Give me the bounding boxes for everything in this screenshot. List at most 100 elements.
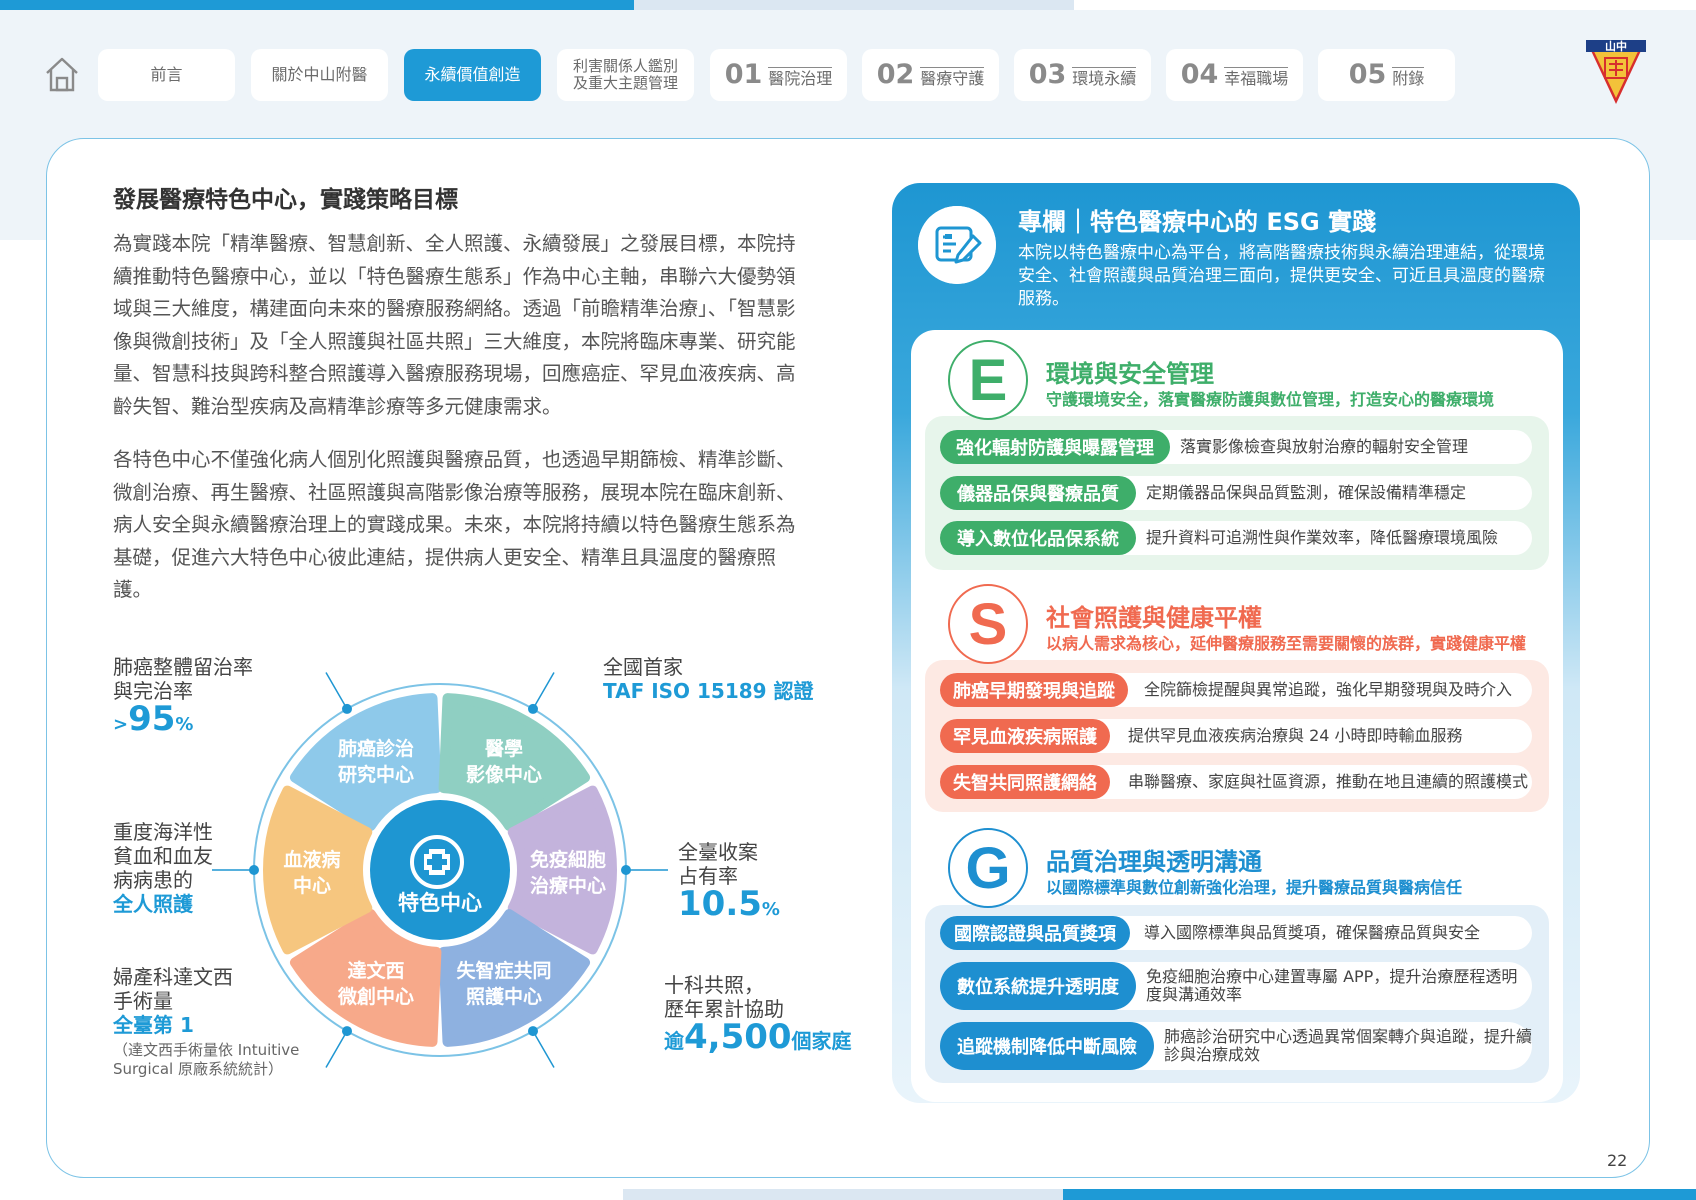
- callout-note: Surgical 原廠系統統計）: [113, 1060, 283, 1078]
- tab-number: 03: [1028, 59, 1067, 91]
- callout-text: 病病患的: [113, 868, 193, 892]
- e-item-row: 強化輻射防護與曝露管理 落實影像檢查與放射治療的輻射安全管理: [940, 430, 1532, 464]
- page-number: 22: [1607, 1151, 1628, 1170]
- callout-text: 婦產科達文西: [113, 965, 233, 989]
- callout-unit: %: [175, 714, 194, 735]
- e-subtitle: 守護環境安全，落實醫療防護與數位管理，打造安心的醫療環境: [1046, 390, 1495, 409]
- tab-appendix[interactable]: 05 附錄: [1318, 49, 1455, 101]
- center-label: 特色中心: [398, 891, 482, 915]
- tab-governance[interactable]: 01 醫院治理: [710, 49, 847, 101]
- s-item-label: 失智共同照護網絡: [940, 765, 1110, 799]
- g-item-row: 國際認證與品質獎項 導入國際標準與品質獎項，確保醫療品質與安全: [940, 916, 1532, 950]
- e-letter-badge: E: [948, 340, 1028, 420]
- s-item-desc: 串聯醫療、家庭與社區資源，推動在地且連續的照護模式: [1128, 772, 1529, 791]
- document-edit-icon: [918, 206, 996, 284]
- e-item-label: 強化輻射防護與曝露管理: [940, 430, 1170, 464]
- callout-text: 肺癌整體留治率: [113, 655, 253, 679]
- tab-sustainable-value[interactable]: 永續價值創造: [404, 49, 541, 101]
- bottom-accent-bar: [1063, 1189, 1696, 1200]
- tab-label: 附錄: [1392, 67, 1425, 89]
- wheel-segment-label: 研究中心: [338, 763, 414, 786]
- g-item-row: 數位系統提升透明度 免疫細胞治療中心建置專屬 APP，提升治療歷程透明度與溝通效…: [940, 962, 1532, 1010]
- e-item-row: 儀器品保與醫療品質 定期儀器品保與品質監測，確保設備精準穩定: [940, 476, 1532, 510]
- intro-paragraph: 為實踐本院「精準醫療、智慧創新、全人照護、永續發展」之發展目標，本院持續推動特色…: [113, 232, 796, 418]
- callout-note: （達文西手術量依 Intuitive: [113, 1041, 300, 1059]
- wheel-segment-label: 照護中心: [466, 985, 542, 1008]
- e-item-label: 導入數位化品保系統: [940, 521, 1136, 555]
- tab-care[interactable]: 02 醫療守護: [862, 49, 999, 101]
- callout-highlight: 全人照護: [113, 892, 193, 916]
- s-title: 社會照護與健康平權: [1046, 604, 1262, 632]
- tab-number: 04: [1180, 59, 1219, 91]
- g-subtitle: 以國際標準與數位創新強化治理，提升醫療品質與醫病信任: [1046, 878, 1463, 897]
- tab-label: 醫院治理: [768, 67, 833, 89]
- tab-label: 醫療守護: [920, 67, 985, 89]
- special-title: 專欄｜特色醫療中心的 ESG 實踐: [1018, 208, 1377, 236]
- wheel-segment-label: 失智症共同: [456, 959, 551, 982]
- tab-label: 環境永續: [1072, 67, 1137, 89]
- callout-highlight: TAF ISO 15189 認證: [603, 679, 814, 703]
- connector-line: [325, 672, 348, 710]
- e-title: 環境與安全管理: [1046, 360, 1214, 388]
- s-item-desc: 提供罕見血液疾病治療與 24 小時即時輸血服務: [1128, 726, 1463, 745]
- callout-unit: %: [761, 899, 780, 920]
- tab-label: 幸福職場: [1224, 67, 1289, 89]
- top-navigation: 前言 關於中山附醫 永續價值創造 利害關係人鑑別 及重大主題管理 01 醫院治理 …: [0, 0, 1696, 120]
- tab-label: 永續價值創造: [424, 64, 521, 84]
- tab-stakeholders[interactable]: 利害關係人鑑別 及重大主題管理: [557, 49, 694, 101]
- callout-text: 手術量: [113, 989, 173, 1013]
- g-item-desc: 肺癌診治研究中心透過異常個案轉介與追蹤，提升續診與治療成效: [1164, 1027, 1533, 1064]
- s-item-row: 罕見血液疾病照護 提供罕見血液疾病治療與 24 小時即時輸血服務: [940, 719, 1532, 753]
- wheel-segment-label: 免疫細胞: [530, 848, 606, 871]
- callout-blood: 重度海洋性 貧血和血友 病病患的 全人照護: [113, 820, 213, 916]
- g-letter-badge: G: [948, 828, 1028, 908]
- g-item-label: 國際認證與品質獎項: [940, 916, 1130, 950]
- letter: E: [968, 347, 1008, 413]
- tab-label: 利害關係人鑑別 及重大主題管理: [572, 56, 678, 92]
- wheel-segment-label: 中心: [293, 874, 331, 897]
- callout-immune: 全臺收案 占有率 10.5%: [678, 840, 780, 922]
- tab-about[interactable]: 關於中山附醫: [251, 49, 388, 101]
- g-item-label: 追蹤機制降低中斷風險: [940, 1022, 1154, 1070]
- s-item-label: 肺癌早期發現與追蹤: [940, 673, 1128, 707]
- e-item-label: 儀器品保與醫療品質: [940, 476, 1136, 510]
- callout-highlight: 全臺第 1: [113, 1013, 194, 1037]
- s-subtitle: 以病人需求為核心，延伸醫療服務至需要關懷的族群，實踐健康平權: [1046, 634, 1527, 653]
- callout-imaging: 全國首家 TAF ISO 15189 認證: [603, 655, 814, 703]
- callout-lung: 肺癌整體留治率 與完治率 >95%: [113, 655, 253, 737]
- wheel-segment-label: 血液病: [283, 848, 340, 871]
- logo-text: 山中: [1605, 39, 1627, 53]
- callout-davinci: 婦產科達文西 手術量 全臺第 1 （達文西手術量依 Intuitive Surg…: [113, 965, 299, 1079]
- callout-text: 全國首家: [603, 655, 683, 679]
- tab-environment[interactable]: 03 環境永續: [1014, 49, 1151, 101]
- wheel-segment-label: 影像中心: [466, 763, 542, 786]
- tab-number: 02: [876, 59, 915, 91]
- callout-value: 10.5: [678, 884, 762, 924]
- e-item-row: 導入數位化品保系統 提升資料可追溯性與作業效率，降低醫療環境風險: [940, 521, 1532, 555]
- connector-line: [532, 1030, 555, 1068]
- connector-line: [532, 672, 555, 710]
- tab-number: 05: [1348, 59, 1387, 91]
- connector-dot: [342, 1026, 352, 1037]
- wheel-segment-label: 達文西: [347, 959, 404, 982]
- tab-workplace[interactable]: 04 幸福職場: [1166, 49, 1303, 101]
- g-title: 品質治理與透明溝通: [1046, 848, 1262, 876]
- home-icon[interactable]: [44, 54, 80, 94]
- callout-dementia: 十科共照， 歷年累計協助 逾4,500個家庭: [664, 973, 852, 1054]
- g-item-desc: 免疫細胞治療中心建置專屬 APP，提升治療歷程透明度與溝通效率: [1146, 967, 1518, 1004]
- tab-label: 前言: [150, 64, 183, 84]
- bottom-accent-bar-light: [623, 1189, 1063, 1200]
- wheel-segment-label: 肺癌診治: [338, 737, 414, 760]
- wheel-segment-label: 醫學: [485, 738, 523, 760]
- body-paragraph: 各特色中心不僅強化病人個別化照護與醫療品質，也透過早期篩檢、精準診斷、微創治療、…: [113, 448, 796, 601]
- special-description: 本院以特色醫療中心為平台，將高階醫療技術與永續治理連結，從環境安全、社會照護與品…: [1018, 243, 1545, 309]
- wheel-segment-label: 治療中心: [530, 874, 606, 897]
- hospital-logo: 山中: [1586, 39, 1646, 104]
- s-item-desc: 全院篩檢提醒與異常追蹤，強化早期發現與及時介入: [1144, 680, 1513, 699]
- s-letter-badge: S: [948, 584, 1028, 664]
- tab-label: 關於中山附醫: [271, 64, 368, 84]
- callout-prefix: 逾: [664, 1029, 684, 1053]
- callout-text: 貧血和血友: [113, 844, 213, 868]
- e-item-desc: 定期儀器品保與品質監測，確保設備精準穩定: [1146, 483, 1467, 502]
- tab-preface[interactable]: 前言: [98, 49, 235, 101]
